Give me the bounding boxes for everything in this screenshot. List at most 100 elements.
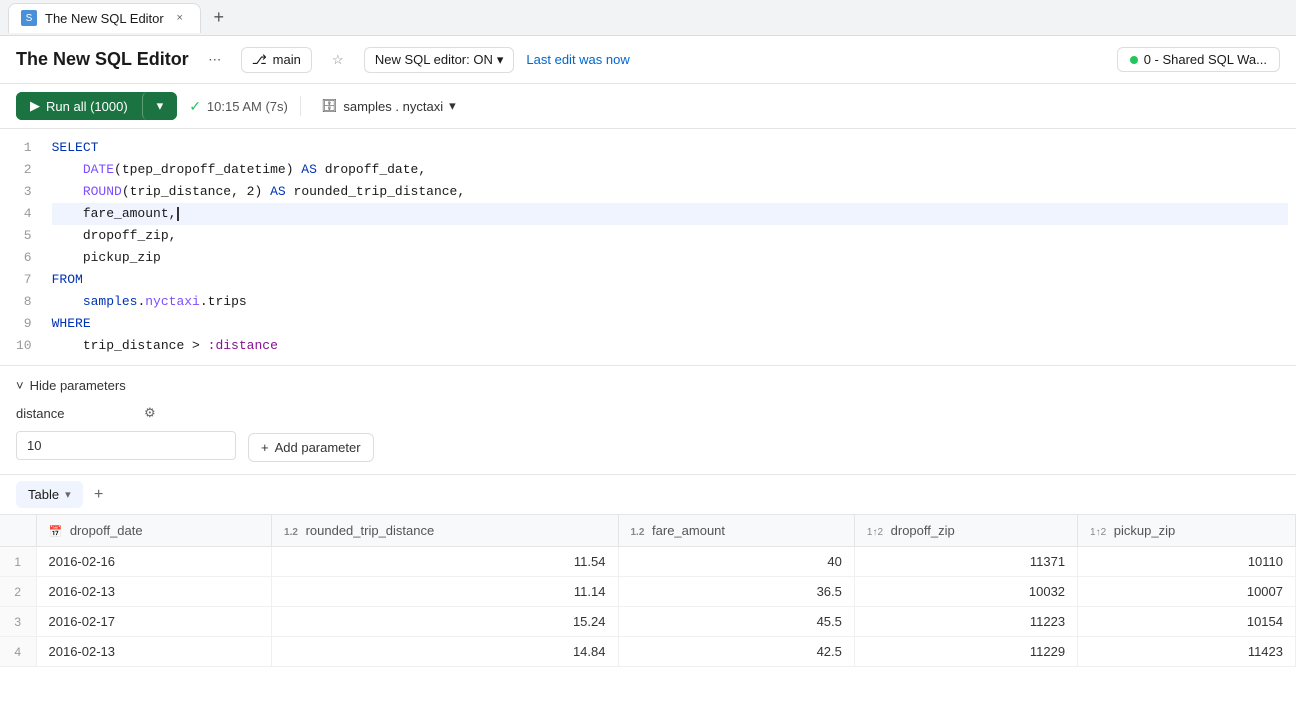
saved-status: ✓ 10:15 AM (7s) [189,98,288,115]
editor-mode-dropdown-icon: ▾ [497,52,504,68]
code-line-7: FROM [52,269,1288,291]
tab-title: The New SQL Editor [45,11,164,26]
table-tab-label: Table [28,487,59,502]
dropoff-date-4: 2016-02-13 [36,637,272,667]
add-icon: + [261,440,269,455]
check-icon: ✓ [189,98,201,115]
fare-amount-4: 42.5 [618,637,854,667]
dropoff-zip-header[interactable]: 1↑2 dropoff_zip [854,515,1077,547]
code-editor[interactable]: 1 2 3 4 5 6 7 8 9 10 SELECT DATE(tpep_dr… [0,129,1296,366]
dropoff-date-header[interactable]: 📅 dropoff_date [36,515,272,547]
rounded-trip-3: 15.24 [272,607,618,637]
add-tab-button[interactable]: + [87,483,111,507]
code-content[interactable]: SELECT DATE(tpep_dropoff_datetime) AS dr… [44,137,1296,357]
fare-amount-label: fare_amount [652,523,725,538]
branch-name: main [273,52,301,67]
db-dropdown-icon: ▾ [449,98,456,114]
row-num-4: 4 [0,637,36,667]
fare-amount-1: 40 [618,547,854,577]
fare-amount-2: 36.5 [618,577,854,607]
header-row: 📅 dropoff_date 1.2 rounded_trip_distance… [0,515,1296,547]
results-table-container[interactable]: 📅 dropoff_date 1.2 rounded_trip_distance… [0,515,1296,667]
browser-tab-bar: S The New SQL Editor × + [0,0,1296,36]
num-icon-1: 1.2 [284,527,298,538]
active-browser-tab[interactable]: S The New SQL Editor × [8,3,201,33]
row-num-3: 3 [0,607,36,637]
db-label: samples . nyctaxi [343,99,443,114]
editor-mode-button[interactable]: New SQL editor: ON ▾ [364,47,515,73]
rounded-trip-4: 14.84 [272,637,618,667]
last-edit-link[interactable]: Last edit was now [526,52,629,67]
code-line-3: ROUND(trip_distance, 2) AS rounded_trip_… [52,181,1288,203]
run-icon: ▶ [30,98,40,114]
table-row: 2 2016-02-13 11.14 36.5 10032 10007 [0,577,1296,607]
code-line-1: SELECT [52,137,1288,159]
hide-parameters-button[interactable]: ˅ Hide parameters [16,378,1280,393]
code-line-2: DATE(tpep_dropoff_datetime) AS dropoff_d… [52,159,1288,181]
sort-icon-2: 1↑2 [1090,527,1106,538]
dropoff-zip-1: 11371 [854,547,1077,577]
save-time: 10:15 AM (7s) [207,99,288,114]
rounded-trip-distance-header[interactable]: 1.2 rounded_trip_distance [272,515,618,547]
pickup-zip-2: 10007 [1078,577,1296,607]
pickup-zip-label: pickup_zip [1114,523,1175,538]
date-icon: 📅 [49,526,63,538]
db-icon: 🗄 [321,98,338,114]
dropoff-date-1: 2016-02-16 [36,547,272,577]
code-line-8: samples.nyctaxi.trips [52,291,1288,313]
rounded-trip-1: 11.54 [272,547,618,577]
dropoff-date-2: 2016-02-13 [36,577,272,607]
rounded-trip-distance-label: rounded_trip_distance [306,523,435,538]
code-line-9: WHERE [52,313,1288,335]
row-num-header [0,515,36,547]
run-all-button[interactable]: ▶ Run all (1000) [16,92,142,120]
param-distance-input[interactable] [16,431,236,460]
fare-amount-header[interactable]: 1.2 fare_amount [618,515,854,547]
rounded-trip-2: 11.14 [272,577,618,607]
status-dot [1130,56,1138,64]
shared-button[interactable]: 0 - Shared SQL Wa... [1117,47,1280,72]
db-selector[interactable]: 🗄 samples . nyctaxi ▾ [313,94,464,118]
parameter-row: distance ⚙ [16,405,1280,421]
run-button-group: ▶ Run all (1000) ▾ [16,92,177,120]
param-name-label: distance [16,406,136,421]
divider [300,96,301,116]
code-line-5: dropoff_zip, [52,225,1288,247]
dropoff-zip-label: dropoff_zip [891,523,955,538]
header-right: 0 - Shared SQL Wa... [1117,47,1280,72]
run-label: Run all (1000) [46,99,128,114]
dropoff-zip-3: 11223 [854,607,1077,637]
table-row: 3 2016-02-17 15.24 45.5 11223 10154 [0,607,1296,637]
results-section: Table ▾ + 📅 dropoff_date 1.2 rounded_tri… [0,475,1296,667]
code-line-4: fare_amount, [52,203,1288,225]
table-row: 4 2016-02-13 14.84 42.5 11229 11423 [0,637,1296,667]
tab-close-btn[interactable]: × [172,10,188,26]
table-body: 1 2016-02-16 11.54 40 11371 10110 2 2016… [0,547,1296,667]
add-parameter-button[interactable]: + Add parameter [248,433,374,462]
menu-button[interactable]: ⋯ [201,46,229,74]
new-tab-button[interactable]: + [205,4,233,32]
branch-selector[interactable]: ⎇ main [241,47,312,73]
tab-favicon: S [21,10,37,26]
code-line-10: trip_distance > :distance [52,335,1288,357]
code-area[interactable]: 1 2 3 4 5 6 7 8 9 10 SELECT DATE(tpep_dr… [0,129,1296,365]
num-icon-2: 1.2 [631,527,645,538]
table-row: 1 2016-02-16 11.54 40 11371 10110 [0,547,1296,577]
shared-label: 0 - Shared SQL Wa... [1144,52,1267,67]
app-header: The New SQL Editor ⋯ ⎇ main ☆ New SQL ed… [0,36,1296,84]
pickup-zip-header[interactable]: 1↑2 pickup_zip [1078,515,1296,547]
pickup-zip-3: 10154 [1078,607,1296,637]
row-num-2: 2 [0,577,36,607]
code-line-6: pickup_zip [52,247,1288,269]
editor-mode-label: New SQL editor: ON [375,52,493,67]
parameters-section: ˅ Hide parameters distance ⚙ + Add param… [0,366,1296,475]
run-dropdown-button[interactable]: ▾ [142,92,178,120]
add-param-label: Add parameter [275,440,361,455]
table-header: 📅 dropoff_date 1.2 rounded_trip_distance… [0,515,1296,547]
table-tab[interactable]: Table ▾ [16,481,83,508]
fare-amount-3: 45.5 [618,607,854,637]
dropoff-date-label: dropoff_date [70,523,143,538]
param-gear-button[interactable]: ⚙ [144,405,156,421]
chevron-down-icon: ˅ [16,378,24,393]
star-button[interactable]: ☆ [324,46,352,74]
